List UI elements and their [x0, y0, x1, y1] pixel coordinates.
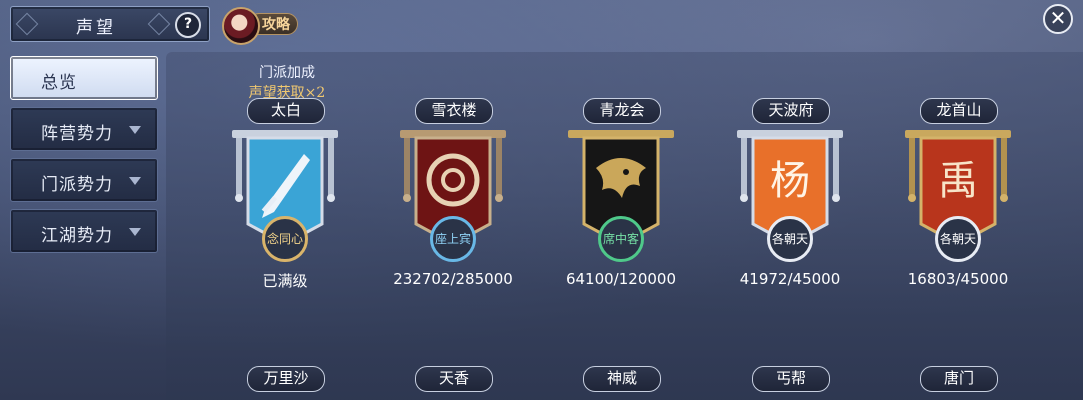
chevron-down-icon	[129, 228, 141, 236]
reputation-progress: 已满级	[262, 272, 308, 290]
faction-name: 天香	[415, 366, 493, 392]
rank-badge: 念同心	[262, 216, 308, 262]
faction-card[interactable]: 龙首山 禹 各朝天 16803/45000	[883, 98, 1033, 298]
help-button[interactable]: ?	[175, 12, 201, 38]
faction-card[interactable]: 丐帮	[715, 366, 865, 400]
faction-name: 神威	[583, 366, 661, 392]
chevron-down-icon	[129, 177, 141, 185]
rank-badge: 各朝天	[935, 216, 981, 262]
reputation-progress: 41972/45000	[739, 270, 841, 288]
chevron-down-icon	[129, 126, 141, 134]
reputation-progress: 232702/285000	[393, 270, 513, 288]
sidebar: 总览 阵营势力 门派势力 江湖势力	[10, 56, 158, 260]
reputation-progress: 16803/45000	[907, 270, 1009, 288]
guide-button[interactable]: 攻略	[222, 7, 302, 45]
faction-card[interactable]: 天香	[378, 366, 528, 400]
faction-name: 唐门	[920, 366, 998, 392]
title-panel: 声望 ?	[10, 6, 210, 42]
sidebar-item-overview[interactable]: 总览	[10, 56, 158, 100]
faction-name: 龙首山	[920, 98, 998, 124]
faction-card[interactable]: 万里沙	[210, 366, 360, 400]
sidebar-item-label: 门派势力	[41, 175, 113, 195]
faction-name: 青龙会	[583, 98, 661, 124]
rank-badge: 座上宾	[430, 216, 476, 262]
faction-name: 雪衣楼	[415, 98, 493, 124]
faction-card[interactable]: 天波府 杨 各朝天 41972/45000	[715, 98, 865, 298]
svg-text:禹: 禹	[938, 158, 978, 204]
sidebar-item-label: 总览	[41, 73, 77, 93]
sidebar-item-camp-forces[interactable]: 阵营势力	[10, 107, 158, 151]
faction-card[interactable]: 神威	[546, 366, 696, 400]
bonus-title: 门派加成	[259, 65, 315, 81]
sect-bonus: 门派加成 声望获取×2	[232, 62, 342, 102]
close-button[interactable]: ✕	[1043, 4, 1073, 34]
rank-badge: 各朝天	[767, 216, 813, 262]
faction-card[interactable]: 太白 念同心 已满级	[210, 98, 360, 298]
faction-card[interactable]: 青龙会 席中客 64100/120000	[546, 98, 696, 298]
faction-card[interactable]: 唐门	[883, 366, 1033, 400]
reputation-progress: 64100/120000	[565, 270, 677, 288]
faction-name: 太白	[247, 98, 325, 124]
sidebar-item-label: 阵营势力	[41, 124, 113, 144]
guide-avatar	[222, 7, 260, 45]
sidebar-item-sect-forces[interactable]: 门派势力	[10, 158, 158, 202]
faction-card[interactable]: 雪衣楼 座上宾 232702/285000	[378, 98, 528, 298]
faction-name: 天波府	[752, 98, 830, 124]
rank-badge: 席中客	[598, 216, 644, 262]
sidebar-item-label: 江湖势力	[41, 226, 113, 246]
faction-name: 万里沙	[247, 366, 325, 392]
sidebar-item-jianghu-forces[interactable]: 江湖势力	[10, 209, 158, 253]
svg-text:杨: 杨	[770, 158, 810, 204]
faction-name: 丐帮	[752, 366, 830, 392]
